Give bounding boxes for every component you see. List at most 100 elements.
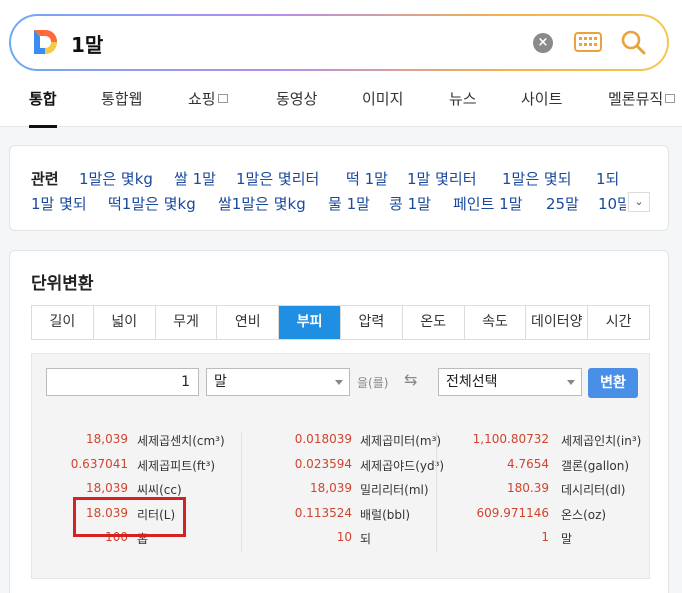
tab-label: 통합웹 xyxy=(101,90,143,108)
daum-logo-icon[interactable] xyxy=(31,28,59,56)
result-row: 4.7654 갤론(gallon) xyxy=(437,457,649,482)
header: 1말 × 통합 통합웹 쇼핑 동영상 이미지 뉴스 사이트 멜론뮤직 xyxy=(0,0,682,128)
dropdown-arrow-icon xyxy=(335,380,343,385)
result-unit: 씨씨(cc) xyxy=(137,483,182,497)
result-value: 10 xyxy=(336,530,352,544)
to-unit-value: 전체선택 xyxy=(446,374,498,390)
unit-converter: 단위변환 길이 넓이 무게 연비 부피 압력 온도 속도 데이터양 시간 1 말… xyxy=(9,250,669,593)
result-value: 609.971146 xyxy=(476,505,549,520)
tab-video[interactable]: 동영상 xyxy=(276,88,317,128)
search-icon[interactable] xyxy=(619,28,649,58)
related-link[interactable]: 1말은 몇리터 xyxy=(236,168,319,189)
tab-news[interactable]: 뉴스 xyxy=(449,88,477,128)
result-row: 1말 xyxy=(437,530,649,555)
result-row: 180.39 데시리터(dl) xyxy=(437,481,649,506)
result-row: 0.637041 세제곱피트(ft³) xyxy=(32,457,242,482)
unit-tab-data[interactable]: 데이터양 xyxy=(526,306,589,339)
related-link[interactable]: 1말은 몇kg xyxy=(79,168,153,189)
clear-icon[interactable]: × xyxy=(533,33,553,53)
result-unit: 데시리터(dl) xyxy=(561,483,626,497)
tab-label: 쇼핑 xyxy=(188,90,216,108)
result-unit: 갤론(gallon) xyxy=(561,458,630,473)
dropdown-arrow-icon xyxy=(567,380,575,385)
related-title: 관련 xyxy=(31,170,59,188)
tab-integrated-web[interactable]: 통합웹 xyxy=(101,88,142,128)
search-query[interactable]: 1말 xyxy=(71,29,103,58)
tab-label: 이미지 xyxy=(362,90,404,108)
result-value: 0.113524 xyxy=(294,505,352,520)
related-link[interactable]: 10말 xyxy=(598,193,626,214)
unit-tab-volume[interactable]: 부피 xyxy=(279,306,341,339)
tab-label: 사이트 xyxy=(521,90,563,108)
result-value: 18,039 xyxy=(86,481,128,495)
result-value: 0.637041 xyxy=(70,456,128,471)
result-unit: 세제곱야드(yd³) xyxy=(360,458,445,473)
related-link[interactable]: 쌀 1말 xyxy=(174,168,216,189)
result-row: 10 되 xyxy=(242,530,437,555)
result-value: 0.023594 xyxy=(294,456,352,471)
search-tabs: 통합 통합웹 쇼핑 동영상 이미지 뉴스 사이트 멜론뮤직 xyxy=(0,88,682,128)
related-link[interactable]: 1말 몇되 xyxy=(31,193,87,214)
unit-converter-title: 단위변환 xyxy=(31,274,94,294)
result-row: 0.018039 세제곱미터(m³) xyxy=(242,432,441,457)
unit-tab-length[interactable]: 길이 xyxy=(32,306,94,339)
highlight-box xyxy=(73,497,186,537)
result-row: 18,039 밀리리터(ml) xyxy=(242,481,437,506)
related-link[interactable]: 1되 xyxy=(596,168,619,189)
swap-icon[interactable]: ⇆ xyxy=(404,370,417,389)
search-box-inner: 1말 × xyxy=(11,16,667,69)
unit-tab-speed[interactable]: 속도 xyxy=(465,306,527,339)
external-link-icon xyxy=(217,94,228,103)
convert-button[interactable]: 변환 xyxy=(588,368,638,398)
result-unit: 세제곱미터(m³) xyxy=(360,434,442,448)
result-value: 1,100.80732 xyxy=(472,432,549,446)
tab-melon-music[interactable]: 멜론뮤직 xyxy=(608,88,676,128)
related-link[interactable]: 떡 1말 xyxy=(346,168,388,189)
keyboard-icon[interactable] xyxy=(574,32,602,52)
results-column-3: 1,100.80732 세제곱인치(in³) 4.7654 갤론(gallon) 1… xyxy=(436,432,649,552)
result-row: 18,039 세제곱센치(cm³) xyxy=(32,432,242,457)
unit-tab-area[interactable]: 넓이 xyxy=(94,306,156,339)
external-link-icon xyxy=(665,94,676,103)
related-searches: 관련 1말은 몇kg 쌀 1말 1말은 몇리터 떡 1말 1말 몇리터 1말은 … xyxy=(9,145,669,231)
related-link[interactable]: 떡1말은 몇kg xyxy=(108,193,196,214)
unit-category-tabs: 길이 넓이 무게 연비 부피 압력 온도 속도 데이터양 시간 xyxy=(31,305,650,340)
result-value: 1 xyxy=(541,530,549,544)
related-link[interactable]: 물 1말 xyxy=(328,193,370,214)
result-unit: 세제곱센치(cm³) xyxy=(137,434,225,448)
result-value: 4.7654 xyxy=(507,456,549,471)
tab-image[interactable]: 이미지 xyxy=(362,88,403,128)
related-link[interactable]: 1말 몇리터 xyxy=(407,168,477,189)
results-column-2: 0.018039 세제곱미터(m³) 0.023594 세제곱야드(yd³) 18,… xyxy=(241,432,444,555)
related-link[interactable]: 페인트 1말 xyxy=(453,193,523,214)
unit-tab-fuel[interactable]: 연비 xyxy=(217,306,280,339)
amount-input[interactable]: 1 xyxy=(46,368,199,396)
related-link[interactable]: 쌀1말은 몇kg xyxy=(218,193,306,214)
to-unit-select[interactable]: 전체선택 xyxy=(438,368,582,396)
unit-tab-pressure[interactable]: 압력 xyxy=(341,306,403,339)
related-link[interactable]: 콩 1말 xyxy=(389,193,431,214)
tab-label: 뉴스 xyxy=(449,90,477,108)
result-unit: 세제곱인치(in³) xyxy=(561,434,642,448)
unit-tab-weight[interactable]: 무게 xyxy=(156,306,218,339)
result-unit: 배럴(bbl) xyxy=(360,507,411,522)
result-unit: 온스(oz) xyxy=(561,507,607,522)
result-value: 18,039 xyxy=(86,432,128,446)
chevron-down-icon[interactable]: ⌄ xyxy=(628,192,650,212)
result-unit: 밀리리터(ml) xyxy=(360,483,429,497)
related-link[interactable]: 1말은 몇되 xyxy=(502,168,572,189)
unit-tab-temperature[interactable]: 온도 xyxy=(403,306,465,339)
tab-shopping[interactable]: 쇼핑 xyxy=(188,88,228,128)
result-value: 18,039 xyxy=(310,481,352,495)
tab-integrated[interactable]: 통합 xyxy=(29,88,57,128)
from-unit-select[interactable]: 말 xyxy=(206,368,350,396)
unit-tab-time[interactable]: 시간 xyxy=(588,306,649,339)
related-link[interactable]: 25말 xyxy=(546,193,579,214)
result-unit: 세제곱피트(ft³) xyxy=(137,458,216,473)
search-box: 1말 × xyxy=(9,14,669,71)
result-row: 0.113524 배럴(bbl) xyxy=(242,506,437,531)
tab-site[interactable]: 사이트 xyxy=(521,88,562,128)
result-row: 0.023594 세제곱야드(yd³) xyxy=(242,456,444,482)
josa-label: 을(를) xyxy=(357,376,389,390)
result-unit: 말 xyxy=(561,532,573,546)
